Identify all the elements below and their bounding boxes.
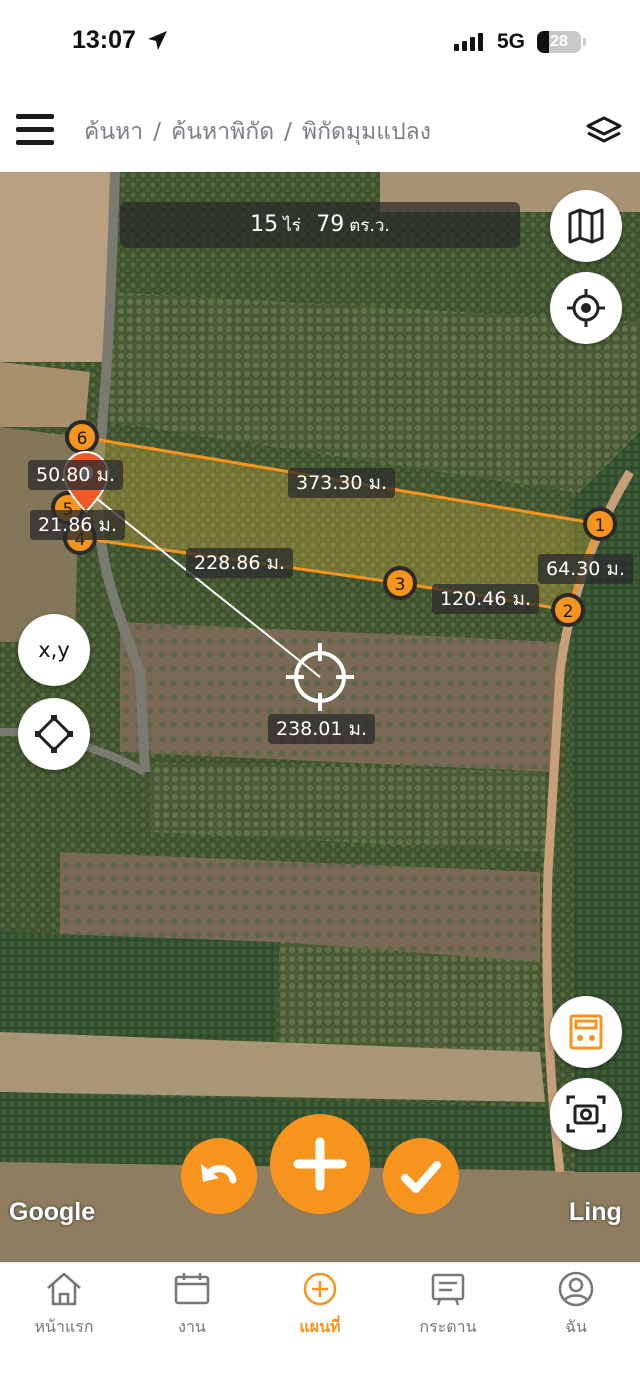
plus-icon bbox=[293, 1137, 347, 1191]
bottom-tab-bar: หน้าแรก งาน แผนที่ กระดาน ฉัน bbox=[0, 1262, 640, 1387]
add-circle-icon bbox=[303, 1272, 337, 1306]
breadcrumb-search[interactable]: ค้นหา bbox=[84, 119, 143, 145]
calculator-button[interactable] bbox=[550, 996, 622, 1068]
calculator-icon bbox=[569, 1014, 603, 1050]
ling-attribution: Ling bbox=[569, 1198, 622, 1226]
battery-icon: 28 bbox=[537, 31, 586, 53]
top-header: ค้นหา / ค้นหาพิกัด / พิกัดมุมแปลง bbox=[0, 90, 640, 172]
status-bar: 13:07 5G 28 bbox=[0, 0, 640, 90]
area-rai-unit: ไร่ bbox=[283, 216, 301, 236]
layers-icon[interactable] bbox=[584, 114, 624, 148]
signal-icon bbox=[454, 33, 484, 51]
breadcrumb-separator: / bbox=[153, 119, 161, 145]
area-sqwa-value: 79 bbox=[316, 212, 345, 237]
status-time: 13:07 bbox=[72, 26, 136, 54]
tab-board-label: กระดาน bbox=[419, 1317, 477, 1336]
measurement-label-side-6-1: 373.30 ม. bbox=[288, 468, 396, 498]
crosshair-distance-label: 238.01 ม. bbox=[268, 714, 376, 744]
area-sqwa-unit: ตร.ว. bbox=[349, 216, 390, 236]
tab-home-label: หน้าแรก bbox=[34, 1317, 94, 1336]
measurement-label-side-1-2: 64.30 ม. bbox=[538, 554, 633, 584]
check-icon bbox=[401, 1161, 441, 1193]
measurement-label-side-5-6: 50.80 ม. bbox=[28, 460, 123, 490]
breadcrumb-separator: / bbox=[284, 119, 292, 145]
map-type-button[interactable] bbox=[550, 190, 622, 262]
tab-map-label: แผนที่ bbox=[299, 1317, 341, 1336]
undo-icon bbox=[201, 1164, 237, 1184]
target-icon bbox=[567, 289, 605, 327]
location-arrow-icon bbox=[148, 31, 167, 50]
menu-icon[interactable] bbox=[16, 114, 54, 146]
board-icon bbox=[431, 1273, 465, 1306]
diamond-icon bbox=[35, 715, 73, 753]
battery-level: 28 bbox=[550, 33, 568, 50]
home-icon bbox=[47, 1272, 81, 1306]
measurement-label-side-4-5: 21.86 ม. bbox=[30, 510, 125, 540]
google-attribution: Google bbox=[9, 1198, 96, 1226]
screenshot-button[interactable] bbox=[550, 1078, 622, 1150]
measurement-label-side-3-4: 228.86 ม. bbox=[186, 548, 294, 578]
calendar-icon bbox=[174, 1273, 210, 1305]
tab-tasks[interactable]: งาน bbox=[128, 1263, 256, 1353]
map-view[interactable]: 15 ไร่ 79 ตร.ว. 1 2 3 4 5 6 373.30 ม. 64… bbox=[0, 172, 640, 1262]
breadcrumb: ค้นหา / ค้นหาพิกัด / พิกัดมุมแปลง bbox=[84, 114, 431, 150]
camera-icon bbox=[566, 1095, 606, 1133]
tab-profile-label: ฉัน bbox=[565, 1317, 587, 1336]
xy-button-label: x,y bbox=[38, 638, 70, 662]
shape-tool-button[interactable] bbox=[18, 698, 90, 770]
tab-map[interactable]: แผนที่ bbox=[256, 1263, 384, 1353]
user-icon bbox=[558, 1271, 594, 1307]
tab-profile[interactable]: ฉัน bbox=[512, 1263, 640, 1353]
locate-button[interactable] bbox=[550, 272, 622, 344]
area-rai-value: 15 bbox=[250, 212, 279, 237]
area-summary: 15 ไร่ 79 ตร.ว. bbox=[120, 202, 520, 248]
measurement-label-side-2-3: 120.46 ม. bbox=[432, 584, 540, 614]
network-type: 5G bbox=[497, 30, 526, 53]
undo-button[interactable] bbox=[181, 1138, 257, 1214]
tab-home[interactable]: หน้าแรก bbox=[0, 1263, 128, 1353]
breadcrumb-coordinate-search[interactable]: ค้นหาพิกัด bbox=[171, 119, 274, 145]
tab-tasks-label: งาน bbox=[178, 1317, 206, 1336]
breadcrumb-corner-coordinates: พิกัดมุมแปลง bbox=[301, 119, 432, 145]
add-point-button[interactable] bbox=[270, 1114, 370, 1214]
confirm-button[interactable] bbox=[383, 1138, 459, 1214]
map-icon bbox=[568, 208, 604, 244]
xy-coordinate-button[interactable]: x,y bbox=[18, 614, 90, 686]
tab-board[interactable]: กระดาน bbox=[384, 1263, 512, 1353]
